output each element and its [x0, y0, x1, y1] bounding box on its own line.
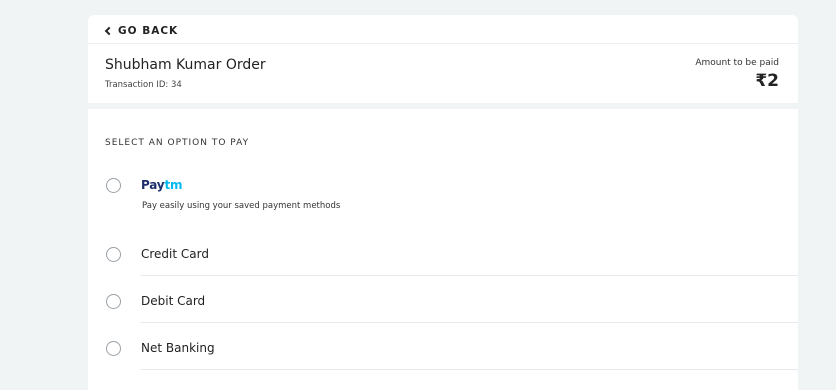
amount-value: ₹2 [755, 71, 779, 91]
credit-card-radio[interactable] [106, 247, 121, 262]
credit-card-label[interactable]: Credit Card [141, 247, 209, 261]
order-header-card: GO BACK Shubham Kumar Order Transaction … [88, 15, 798, 103]
payment-options-card: SELECT AN OPTION TO PAY Paytm Pay easily… [88, 109, 798, 390]
debit-card-label[interactable]: Debit Card [141, 294, 205, 308]
header-divider [88, 43, 798, 44]
transaction-id: Transaction ID: 34 [105, 80, 182, 90]
row-divider [140, 275, 798, 276]
paytm-logo-part1: Pay [141, 178, 165, 192]
paytm-logo[interactable]: Paytm [141, 178, 182, 192]
debit-card-radio[interactable] [106, 294, 121, 309]
order-title: Shubham Kumar Order [105, 57, 266, 73]
row-divider [140, 369, 798, 370]
go-back-button[interactable]: GO BACK [104, 24, 178, 38]
paytm-radio[interactable] [106, 178, 121, 193]
amount-label: Amount to be paid [695, 58, 779, 68]
go-back-label: GO BACK [118, 25, 179, 37]
row-divider [140, 322, 798, 323]
net-banking-radio[interactable] [106, 341, 121, 356]
section-title: SELECT AN OPTION TO PAY [105, 138, 250, 148]
net-banking-label[interactable]: Net Banking [141, 341, 215, 355]
paytm-description: Pay easily using your saved payment meth… [142, 201, 341, 211]
chevron-left-icon [104, 26, 114, 36]
paytm-logo-part2: tm [164, 178, 183, 192]
